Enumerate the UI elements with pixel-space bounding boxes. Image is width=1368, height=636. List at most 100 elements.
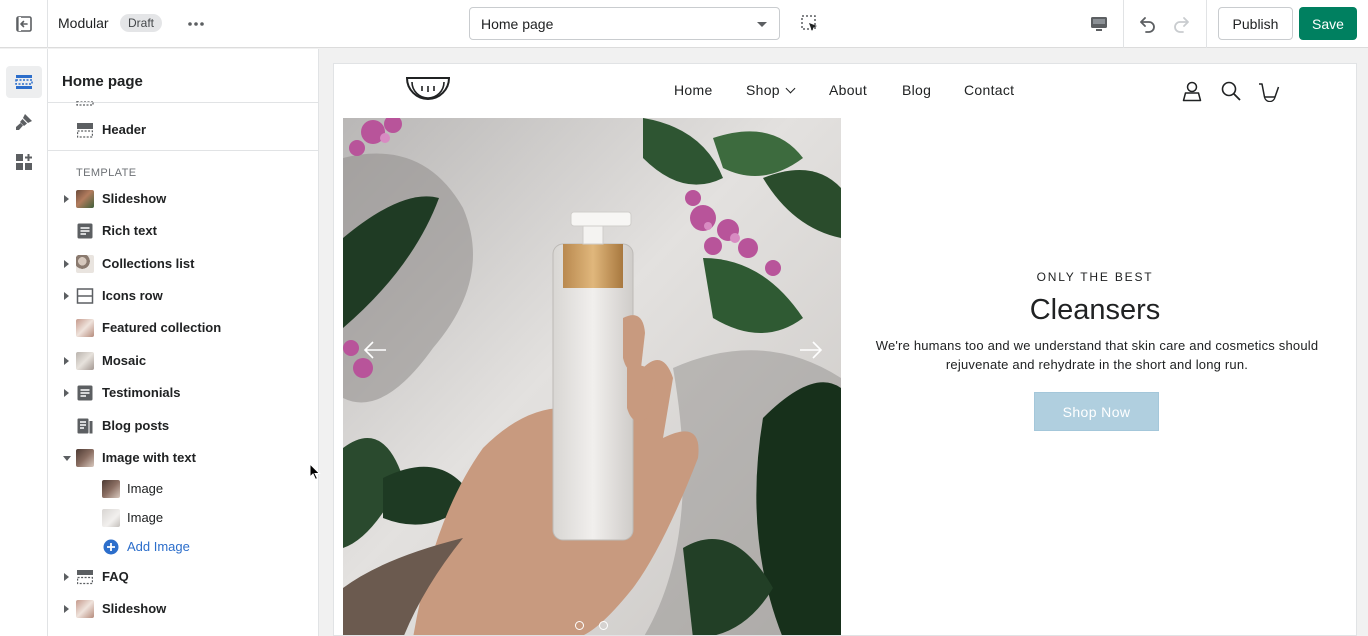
divider bbox=[48, 150, 318, 151]
section-mosaic[interactable]: Mosaic bbox=[48, 347, 318, 375]
storefront-preview: Home Shop About Blog Contact ONLY THE BE… bbox=[333, 63, 1357, 636]
section-slideshow[interactable]: Slideshow bbox=[48, 595, 318, 623]
rail-apps-button[interactable] bbox=[6, 146, 42, 178]
section-featured-collection[interactable]: Featured collection bbox=[48, 314, 318, 342]
expand-arrow-icon[interactable] bbox=[64, 357, 69, 365]
search-icon[interactable] bbox=[1220, 80, 1242, 102]
section-label: Mosaic bbox=[102, 353, 147, 368]
cart-icon[interactable] bbox=[1258, 80, 1280, 102]
image-block-thumbnail bbox=[102, 509, 120, 527]
exit-editor-button[interactable] bbox=[0, 0, 48, 48]
redo-button[interactable] bbox=[1169, 12, 1193, 36]
collections-thumbnail bbox=[76, 255, 94, 273]
nav-link-contact[interactable]: Contact bbox=[964, 82, 1014, 98]
section-label: FAQ bbox=[102, 569, 129, 584]
header-section-icon bbox=[77, 123, 94, 138]
block-image[interactable]: Image bbox=[48, 504, 318, 532]
shop-now-button[interactable]: Shop Now bbox=[1034, 392, 1159, 431]
inspector-button[interactable] bbox=[798, 12, 822, 36]
expand-arrow-icon[interactable] bbox=[64, 389, 69, 397]
section-testimonials[interactable]: Testimonials bbox=[48, 379, 318, 407]
collapse-arrow-icon[interactable] bbox=[63, 456, 71, 461]
caret-down-icon bbox=[757, 22, 767, 27]
hero-title: Cleansers bbox=[1029, 294, 1161, 326]
editor-icon-rail bbox=[0, 49, 48, 636]
save-button[interactable]: Save bbox=[1299, 7, 1357, 40]
mouse-cursor-icon bbox=[309, 463, 321, 481]
plus-circle-icon bbox=[103, 539, 119, 555]
slideshow-thumbnail bbox=[76, 600, 94, 618]
block-image[interactable]: Image bbox=[48, 475, 318, 503]
account-icon[interactable] bbox=[1181, 80, 1203, 102]
undo-icon bbox=[1140, 17, 1155, 33]
nav-link-home[interactable]: Home bbox=[674, 82, 713, 98]
nav-link-label: Shop bbox=[746, 82, 780, 98]
text-section-icon bbox=[77, 385, 93, 401]
product-photo bbox=[343, 118, 841, 635]
redo-icon bbox=[1174, 17, 1189, 33]
theme-settings-brush-icon bbox=[16, 114, 32, 130]
hero-eyebrow: ONLY THE BEST bbox=[1036, 270, 1154, 284]
expand-arrow-icon[interactable] bbox=[64, 292, 69, 300]
more-actions-button[interactable] bbox=[182, 12, 210, 36]
exit-icon bbox=[15, 16, 32, 32]
section-blog-posts[interactable]: Blog posts bbox=[48, 412, 318, 440]
section-image-with-text[interactable]: Image with text bbox=[48, 444, 318, 472]
section-label: Icons row bbox=[102, 288, 163, 303]
rail-sections-button[interactable] bbox=[6, 66, 42, 98]
slide-dot-active[interactable] bbox=[575, 621, 584, 630]
toolbar-divider bbox=[1123, 0, 1124, 48]
section-header[interactable]: Header bbox=[48, 116, 318, 144]
section-collections-list[interactable]: Collections list bbox=[48, 250, 318, 278]
section-icons-row[interactable]: Icons row bbox=[48, 282, 318, 310]
section-label: Image with text bbox=[102, 450, 196, 465]
status-badge: Draft bbox=[120, 14, 163, 32]
section-rich-text[interactable]: Rich text bbox=[48, 217, 318, 245]
image-with-text-thumbnail bbox=[76, 449, 94, 467]
section-slideshow[interactable]: Slideshow bbox=[48, 185, 318, 213]
chevron-down-icon bbox=[785, 83, 796, 94]
more-horizontal-icon bbox=[188, 22, 204, 26]
sidebar-title: Home page bbox=[62, 73, 143, 90]
section-label: Testimonials bbox=[102, 385, 181, 400]
desktop-icon bbox=[1091, 17, 1107, 31]
sections-sidebar: Home page Header TEMPLATE Slideshow Rich… bbox=[48, 49, 319, 636]
blog-icon bbox=[77, 418, 93, 434]
featured-collection-thumbnail bbox=[76, 319, 94, 337]
slide-next-arrow-icon[interactable] bbox=[798, 340, 824, 360]
expand-arrow-icon[interactable] bbox=[64, 573, 69, 581]
template-group-label: TEMPLATE bbox=[76, 167, 137, 179]
add-image-block-button[interactable]: Add Image bbox=[48, 533, 318, 561]
image-block-thumbnail bbox=[102, 480, 120, 498]
announcement-bar-icon bbox=[76, 101, 94, 106]
toolbar-divider bbox=[1206, 0, 1207, 48]
section-label: Collections list bbox=[102, 256, 195, 271]
rail-theme-settings-button[interactable] bbox=[6, 106, 42, 138]
add-block-label: Add Image bbox=[127, 539, 190, 554]
section-faq[interactable]: FAQ bbox=[48, 563, 318, 591]
section-label: Header bbox=[102, 122, 147, 137]
layout-row-icon bbox=[76, 288, 94, 304]
text-section-icon bbox=[77, 223, 93, 239]
slideshow-thumbnail bbox=[76, 190, 94, 208]
mosaic-thumbnail bbox=[76, 352, 94, 370]
page-selector[interactable]: Home page bbox=[469, 7, 780, 40]
nav-link-about[interactable]: About bbox=[829, 82, 867, 98]
expand-arrow-icon[interactable] bbox=[64, 260, 69, 268]
nav-link-blog[interactable]: Blog bbox=[902, 82, 931, 98]
theme-name: Modular bbox=[58, 15, 109, 31]
publish-button[interactable]: Publish bbox=[1218, 7, 1293, 40]
sections-icon bbox=[15, 75, 33, 89]
editor-topbar: Modular Draft Home page Publish Save bbox=[0, 0, 1368, 48]
store-logo[interactable] bbox=[405, 74, 451, 104]
block-label: Image bbox=[127, 481, 164, 496]
slide-dot[interactable] bbox=[599, 621, 608, 630]
block-label: Image bbox=[127, 510, 164, 525]
undo-button[interactable] bbox=[1136, 12, 1160, 36]
expand-arrow-icon[interactable] bbox=[64, 605, 69, 613]
slide-prev-arrow-icon[interactable] bbox=[362, 340, 388, 360]
expand-arrow-icon[interactable] bbox=[64, 195, 69, 203]
preview-device-button[interactable] bbox=[1087, 12, 1111, 36]
nav-link-shop[interactable]: Shop bbox=[746, 82, 796, 98]
image-with-text-image[interactable] bbox=[343, 118, 841, 635]
